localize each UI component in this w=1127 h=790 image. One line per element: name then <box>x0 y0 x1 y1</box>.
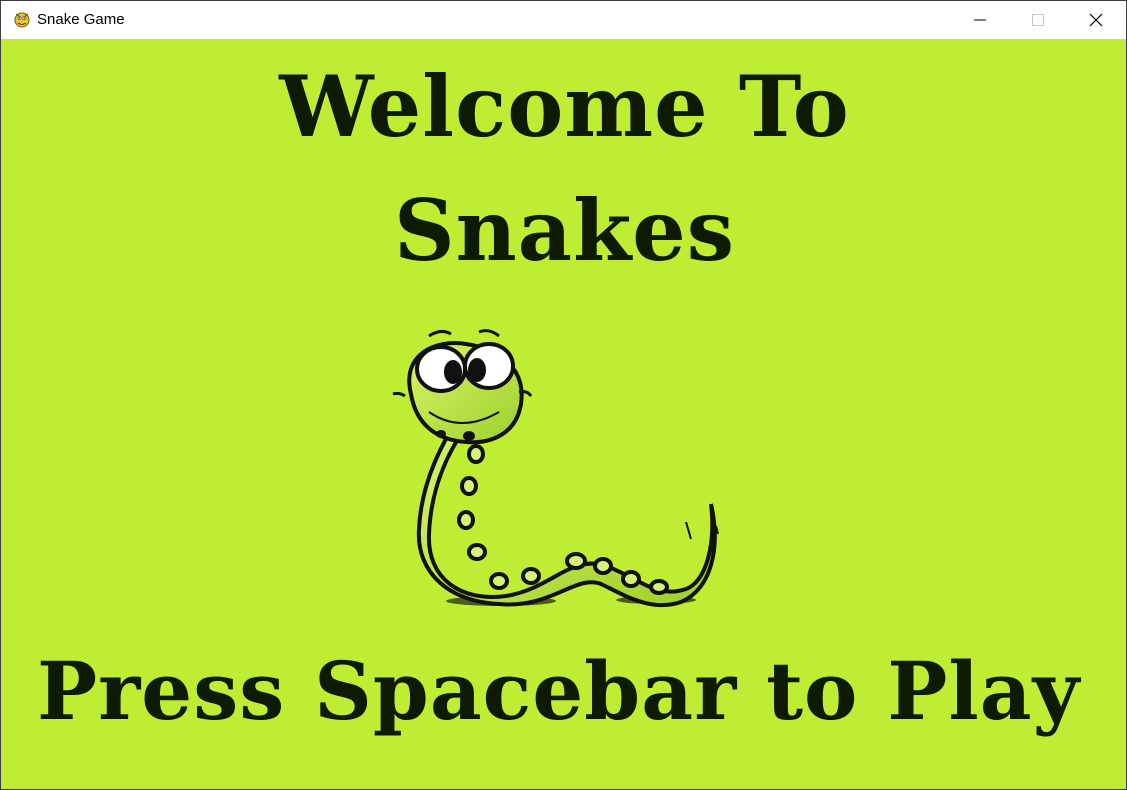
welcome-title-line2: Snakes <box>393 181 736 280</box>
minimize-button[interactable] <box>951 1 1009 39</box>
close-button[interactable] <box>1067 1 1125 39</box>
cartoon-snake <box>392 329 719 608</box>
maximize-icon <box>1032 14 1044 26</box>
game-window: Snake Game Welcome To Snakes Press Space… <box>0 0 1127 790</box>
pygame-snake-icon <box>14 12 30 28</box>
minimize-icon <box>974 19 986 21</box>
game-canvas[interactable]: Welcome To Snakes Press Spacebar to Play <box>1 39 1126 789</box>
welcome-title-line1: Welcome To <box>279 57 850 156</box>
press-spacebar-prompt: Press Spacebar to Play <box>37 644 1081 738</box>
window-title: Snake Game <box>37 11 125 28</box>
maximize-button[interactable] <box>1009 1 1067 39</box>
title-bar[interactable]: Snake Game <box>1 1 1126 39</box>
close-icon <box>1089 13 1103 27</box>
